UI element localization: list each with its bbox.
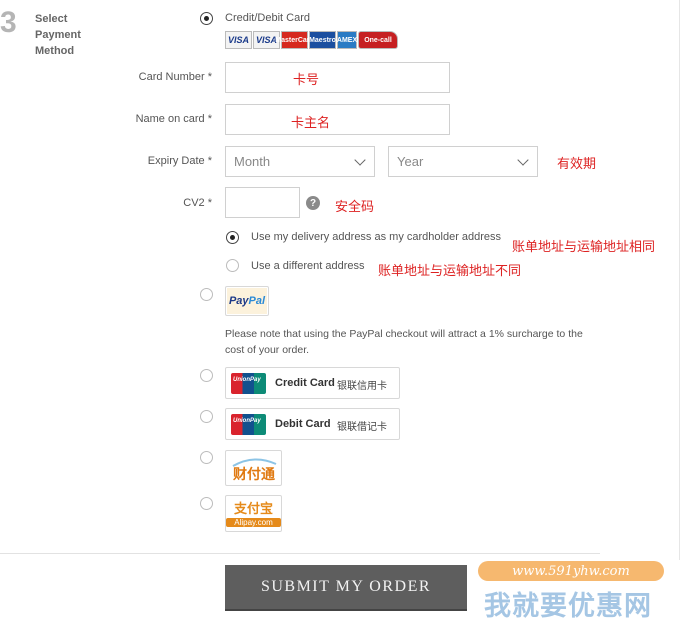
paypal-logo[interactable]: Pay Pal [225, 286, 269, 316]
cv2-input[interactable] [225, 187, 300, 218]
expiry-year-select[interactable]: Year [388, 146, 538, 177]
card-number-input[interactable] [225, 62, 450, 93]
watermark-text: 我就要优惠网 [484, 591, 652, 622]
expiry-month-value: Month [234, 154, 271, 169]
submit-order-button[interactable]: SUBMIT MY ORDER [225, 565, 467, 611]
section-divider [0, 553, 600, 554]
unionpay-credit-radio[interactable] [200, 369, 213, 382]
alipay-logo: 支付宝 [233, 502, 273, 517]
paypal-note: Please note that using the PayPal checko… [225, 328, 583, 356]
mastercard-logo: MasterCard [275, 31, 314, 49]
unionpay-debit-option[interactable]: Debit Card 银联借记卡 [225, 408, 400, 440]
expiry-label: Expiry Date * [147, 155, 212, 167]
step-label: Select Payment Method [35, 13, 81, 57]
same-address-annotation: 账单地址与运输地址相同 [512, 240, 656, 255]
chevron-down-icon [517, 154, 529, 166]
debit-card-text: Debit Card [275, 418, 331, 430]
chevron-down-icon [354, 154, 366, 166]
paypal-radio[interactable] [200, 288, 213, 301]
card-number-annotation: 卡号 [293, 73, 320, 88]
cv2-annotation: 安全码 [335, 200, 375, 215]
name-on-card-label: Name on card * [135, 113, 212, 125]
amex-logo: AMEX [337, 31, 357, 49]
tenpay-option[interactable]: 财付通 [225, 450, 282, 486]
onecall-logo: One-call [358, 31, 398, 49]
step-number: 3 [0, 6, 17, 39]
tenpay-radio[interactable] [200, 451, 213, 464]
unionpay-logo [231, 373, 266, 394]
divider [679, 0, 680, 560]
credit-card-text-cn: 银联信用卡 [337, 381, 387, 392]
card-logos: VISA VISA MasterCard Maestro AMEX One-ca… [225, 31, 398, 49]
maestro-logo: Maestro [309, 31, 336, 49]
name-on-card-annotation: 卡主名 [291, 116, 331, 131]
cv2-label: CV2 * [183, 197, 212, 209]
alipay-radio[interactable] [200, 497, 213, 510]
svg-text:财付通: 财付通 [232, 466, 275, 483]
card-number-label: Card Number * [138, 71, 212, 83]
alipay-option[interactable]: 支付宝 Alipay.com [225, 495, 282, 532]
different-address-label: Use a different address [251, 260, 365, 272]
watermark-url: www.591yhw.com [478, 561, 664, 581]
expiry-month-select[interactable]: Month [225, 146, 375, 177]
name-on-card-input[interactable] [225, 104, 450, 135]
same-address-label: Use my delivery address as my cardholder… [251, 231, 502, 243]
unionpay-logo [231, 414, 266, 435]
credit-card-label: Credit/Debit Card [225, 12, 310, 24]
different-address-annotation: 账单地址与运输地址不同 [378, 264, 522, 279]
credit-card-radio[interactable] [200, 12, 213, 25]
unionpay-credit-option[interactable]: Credit Card 银联信用卡 [225, 367, 400, 399]
different-address-radio[interactable] [226, 259, 239, 272]
expiry-year-value: Year [397, 154, 424, 169]
same-address-radio[interactable] [226, 231, 239, 244]
credit-card-text: Credit Card [275, 377, 335, 389]
tenpay-logo: 财付通 [232, 458, 277, 483]
expiry-annotation: 有效期 [557, 157, 597, 172]
debit-card-text-cn: 银联借记卡 [337, 422, 387, 433]
paypal-wordmark: Pay Pal [227, 288, 267, 314]
help-icon[interactable]: ? [306, 196, 320, 210]
alipay-sub: Alipay.com [226, 518, 281, 527]
visa-logo: VISA [225, 31, 252, 49]
unionpay-debit-radio[interactable] [200, 410, 213, 423]
